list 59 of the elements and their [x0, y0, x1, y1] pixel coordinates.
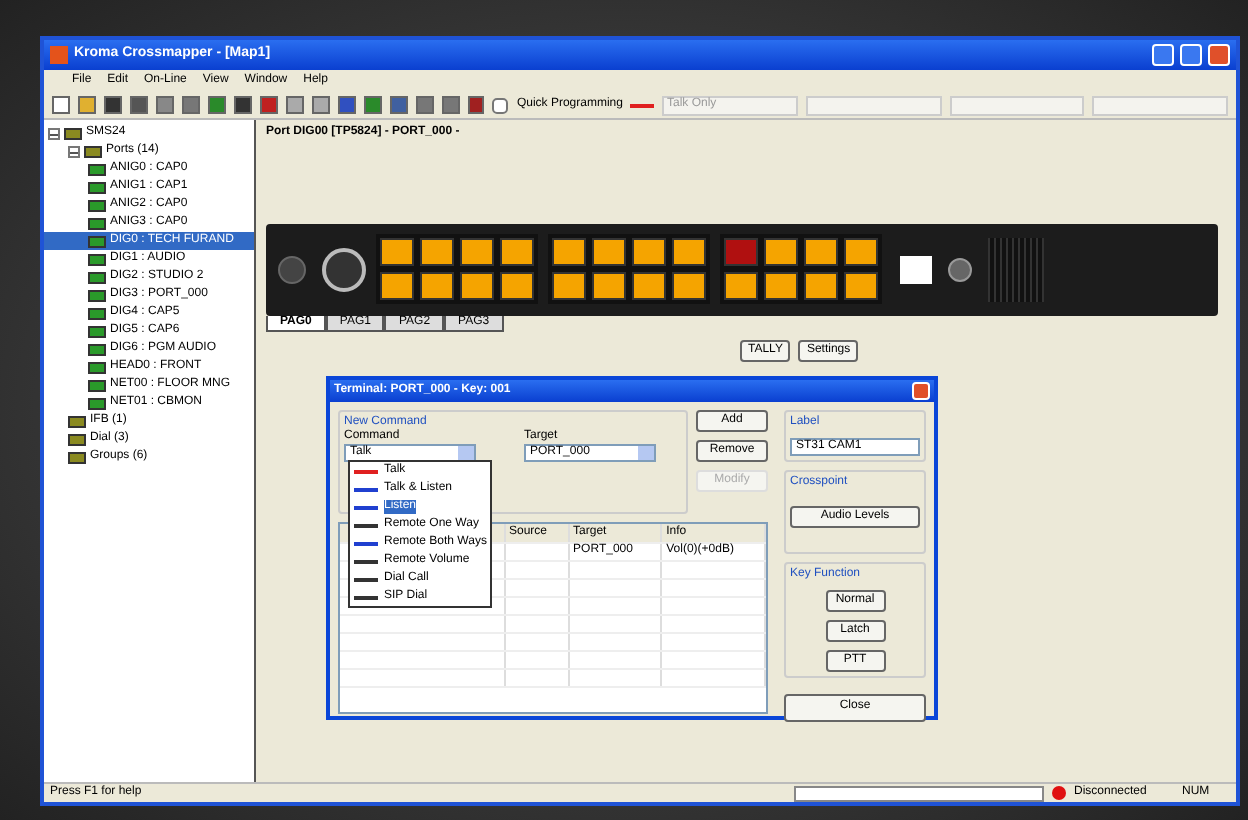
tree-node-icon [88, 235, 106, 247]
panel-key[interactable] [500, 238, 534, 267]
tree-node-icon [88, 271, 106, 283]
panel-key[interactable] [552, 272, 586, 301]
panel-key[interactable] [380, 238, 414, 267]
panel-key[interactable] [724, 272, 758, 301]
panel-key[interactable] [632, 272, 666, 301]
speaker-grille [988, 237, 1044, 302]
panel-key[interactable] [672, 238, 706, 267]
panel-key[interactable] [380, 272, 414, 301]
expander-icon[interactable] [68, 145, 80, 157]
dropdown-field[interactable] [949, 95, 1085, 115]
knob-icon [278, 255, 306, 284]
tree-node-icon [88, 361, 106, 373]
dropdown-field[interactable] [806, 95, 942, 115]
panel-key[interactable] [764, 272, 798, 301]
dropdown-field[interactable] [1092, 95, 1229, 115]
panel-key[interactable] [460, 272, 494, 301]
app-logo-icon [50, 46, 68, 64]
minimize-button[interactable] [1152, 44, 1174, 66]
panel-key[interactable] [500, 272, 534, 301]
tree-node-icon [88, 181, 106, 193]
tree-node-icon [68, 451, 86, 463]
tree-node-icon [64, 127, 82, 139]
close-button[interactable] [1208, 44, 1230, 66]
display-screen [900, 255, 932, 284]
tree-node-icon [88, 307, 106, 319]
tree-node-icon [68, 433, 86, 445]
panel-key[interactable] [552, 238, 586, 267]
tree-node-icon [88, 289, 106, 301]
tree-node-icon [68, 415, 86, 427]
tree-node-icon [88, 217, 106, 229]
panel-key[interactable] [804, 238, 838, 267]
tree-node-icon [88, 343, 106, 355]
tree-node-icon [84, 145, 102, 157]
panel-key[interactable] [764, 238, 798, 267]
panel-key[interactable] [420, 272, 454, 301]
tree-node-icon [88, 397, 106, 409]
panel-key[interactable] [592, 272, 626, 301]
panel-key[interactable] [844, 238, 878, 267]
tree-node-icon [88, 199, 106, 211]
expander-icon[interactable] [48, 127, 60, 139]
panel-key[interactable] [672, 272, 706, 301]
panel-key[interactable] [804, 272, 838, 301]
knob-icon [948, 257, 972, 282]
xlr-connector-icon [322, 247, 366, 292]
maximize-button[interactable] [1180, 44, 1202, 66]
panel-key[interactable] [592, 238, 626, 267]
status-light-icon [1052, 786, 1066, 800]
tree-node-icon [88, 163, 106, 175]
quick-programming-checkbox[interactable] [492, 97, 509, 113]
tree-node-icon [88, 253, 106, 265]
panel-key[interactable] [632, 238, 666, 267]
panel-key[interactable] [460, 238, 494, 267]
close-button[interactable] [912, 382, 930, 400]
panel-key[interactable] [844, 272, 878, 301]
tree-node-icon [88, 379, 106, 391]
tree-node-icon [88, 325, 106, 337]
panel-key[interactable] [420, 238, 454, 267]
